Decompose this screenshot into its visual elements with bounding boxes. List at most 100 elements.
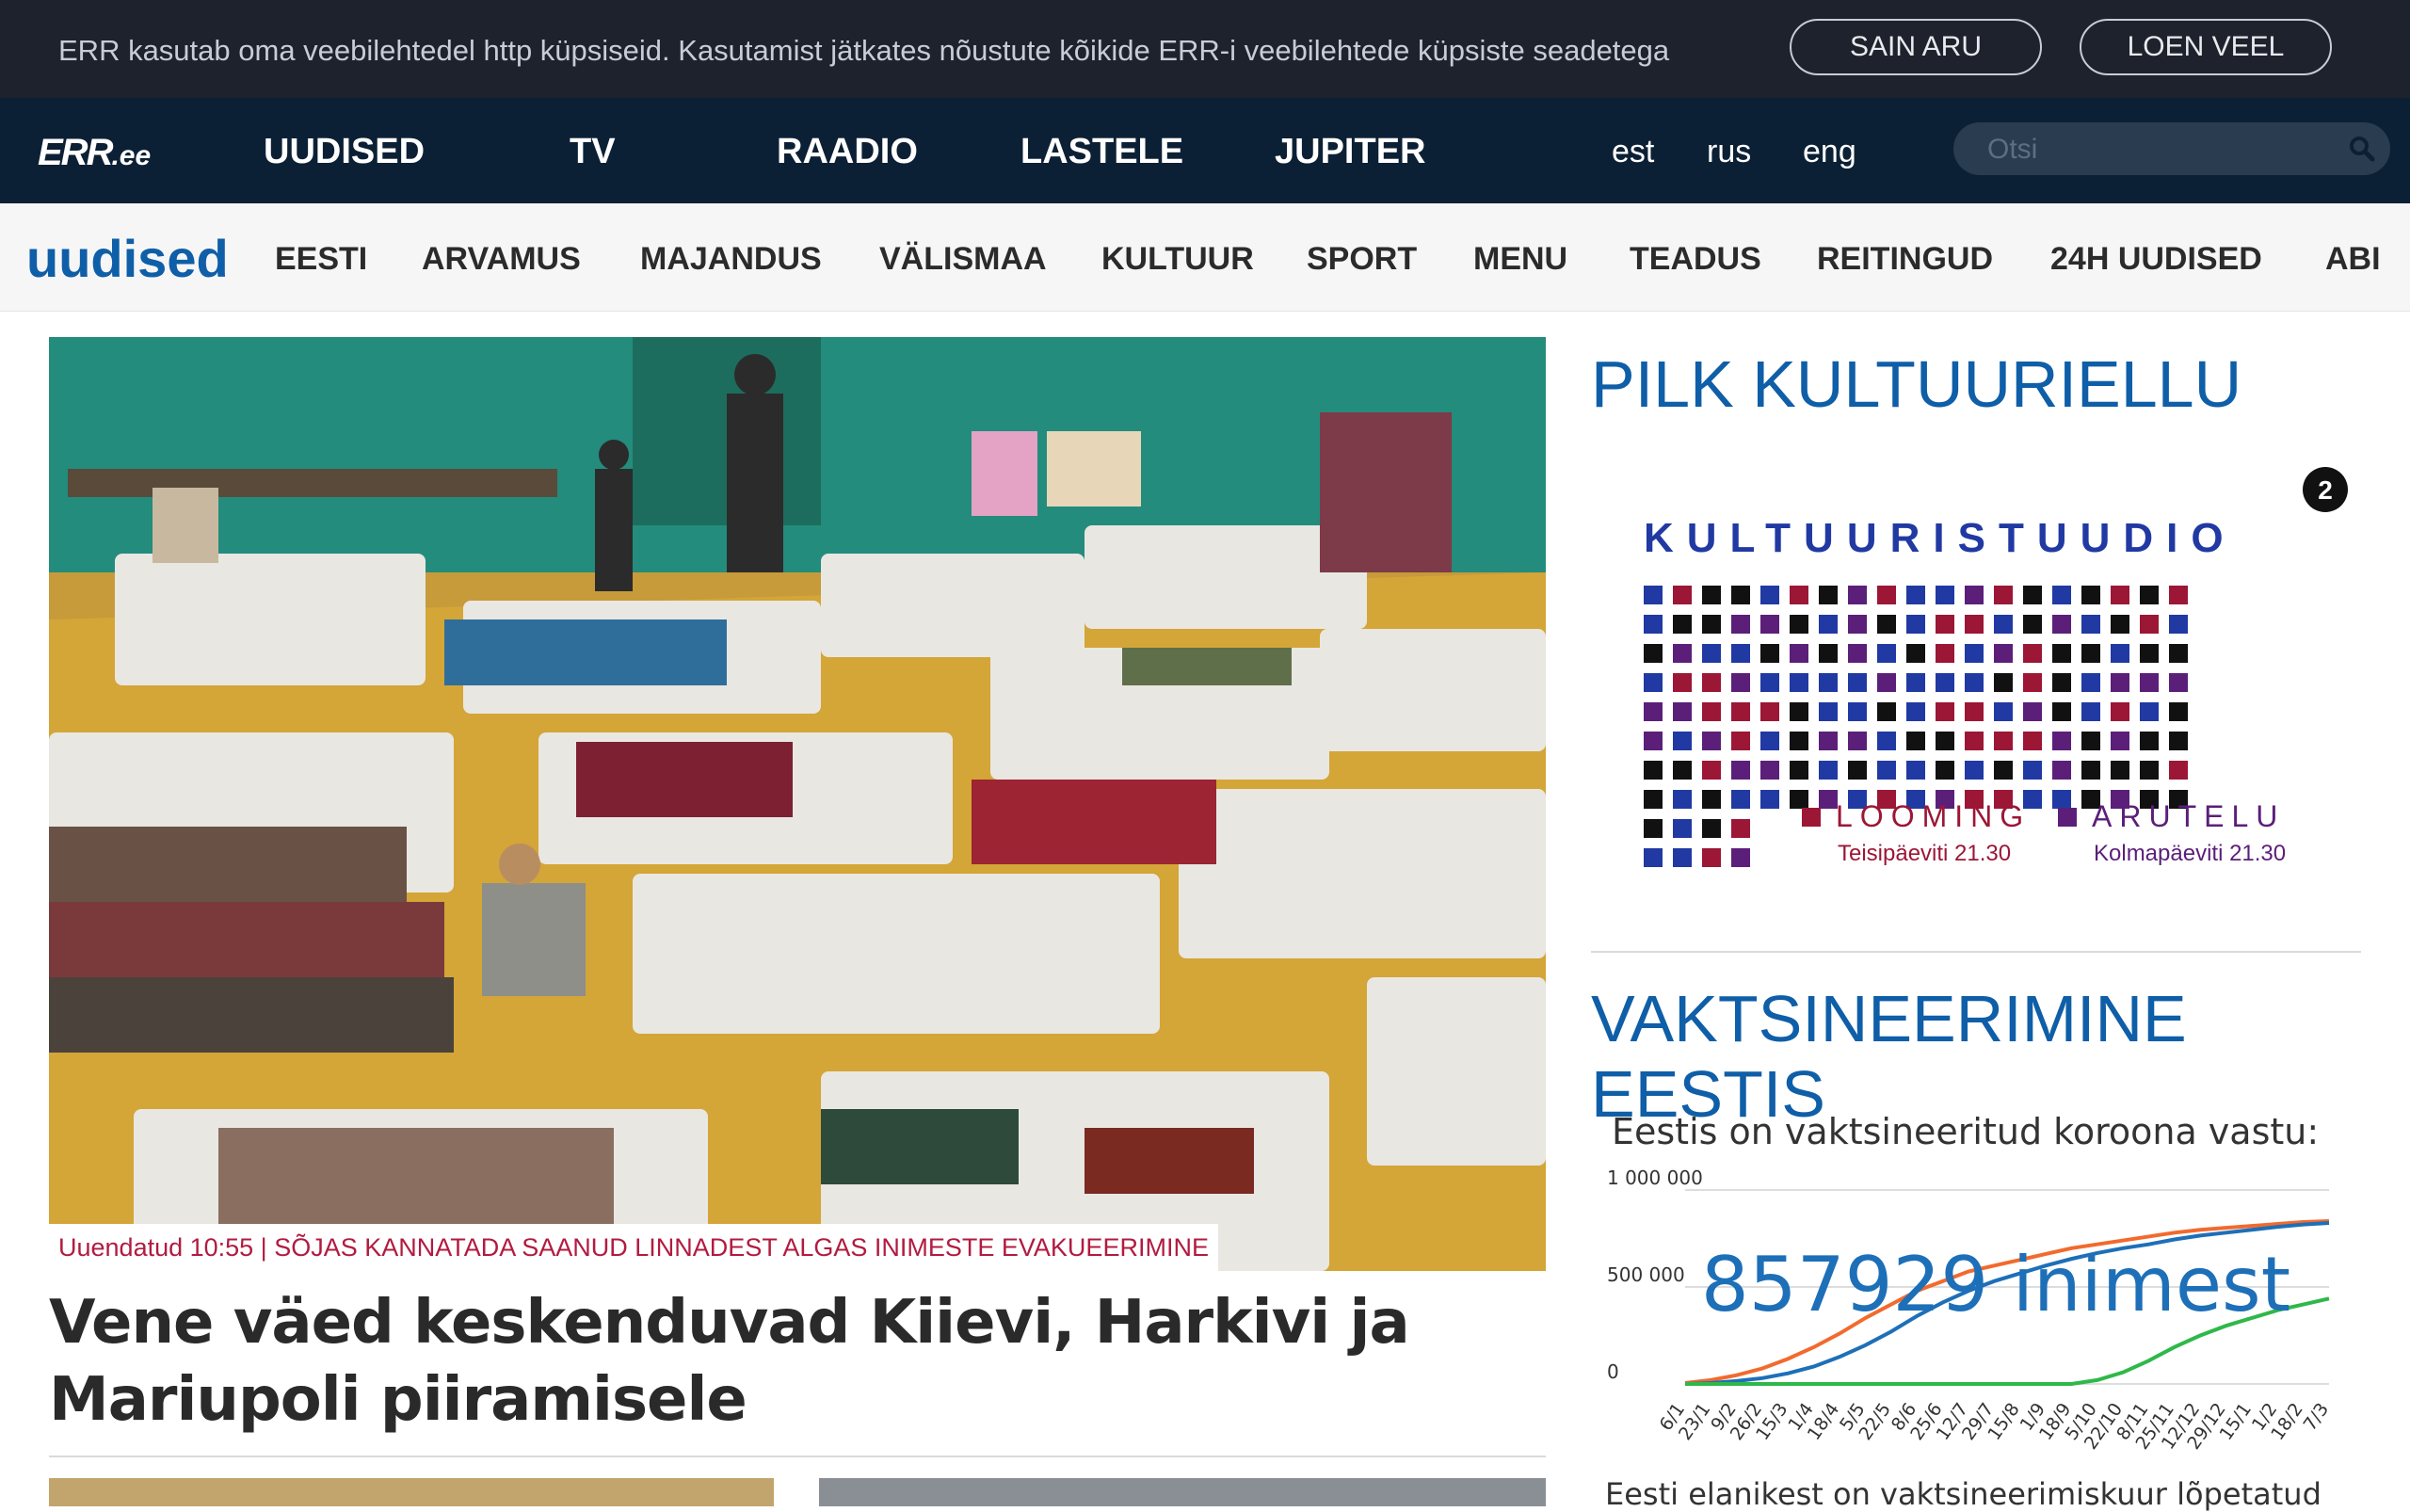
promo-title: KULTUURISTUUDIO — [1644, 515, 2237, 561]
mosaic-tile — [1790, 644, 1808, 663]
mosaic-tile — [2111, 644, 2129, 663]
mosaic-tile — [2081, 644, 2100, 663]
mosaic-tile — [1994, 586, 2013, 604]
mosaic-tile — [1760, 761, 1779, 780]
mosaic-tile — [2052, 790, 2071, 809]
mosaic-tile — [1877, 761, 1896, 780]
secnav-reitingud[interactable]: REITINGUD — [1817, 241, 1993, 278]
search-input[interactable] — [1985, 130, 2328, 169]
vax-chart[interactable]: 1 000 000 500 000 0 6/1 23/1 9/2 26/2 15/3 1/4 1… — [1591, 1158, 2361, 1454]
etv2-badge: 2 — [2318, 475, 2333, 505]
secnav-sport[interactable]: SPORT — [1307, 241, 1417, 278]
hero-kicker[interactable]: Uuendatud 10:55 | SÕJAS KANNATADA SAANUD… — [49, 1224, 1218, 1271]
mosaic-tile — [1673, 790, 1692, 809]
x-tick-label: 7/3 — [2300, 1399, 2334, 1435]
mosaic-tile — [2052, 644, 2071, 663]
mosaic-tile — [2052, 615, 2071, 634]
promo-graphic: 2 KULTUURISTUUDIO LOOMING Teisipäeviti 2… — [1591, 452, 2361, 885]
mosaic-tile — [1702, 761, 1721, 780]
kultuuristuudio-promo[interactable]: 2 KULTUURISTUUDIO LOOMING Teisipäeviti 2… — [1591, 452, 2361, 885]
mosaic-tile — [2023, 761, 2042, 780]
mosaic-tile — [1906, 615, 1925, 634]
mosaic-tile — [2111, 615, 2129, 634]
mosaic-tile — [1702, 644, 1721, 663]
mosaic-tile — [1906, 702, 1925, 721]
topnav-raadio[interactable]: RAADIO — [777, 132, 918, 172]
secnav-kultuur[interactable]: KULTUUR — [1101, 241, 1254, 278]
mosaic-tile — [1906, 732, 1925, 750]
secnav-arvamus[interactable]: ARVAMUS — [422, 241, 581, 278]
hero-photo — [49, 337, 1546, 1271]
cookie-accept-button[interactable]: SAIN ARU — [1790, 19, 2042, 75]
mosaic-tile — [1702, 673, 1721, 692]
mosaic-tile — [2140, 732, 2159, 750]
logo-main: ERR — [38, 132, 113, 173]
mosaic-tile — [2081, 732, 2100, 750]
mosaic-tile — [1644, 702, 1663, 721]
mosaic-tile — [2052, 586, 2071, 604]
secnav-abi[interactable]: ABI — [2325, 241, 2381, 278]
hero-image[interactable] — [49, 337, 1546, 1271]
divider — [1591, 951, 2361, 953]
lang-est[interactable]: est — [1612, 134, 1654, 170]
secnav-eesti[interactable]: EESTI — [275, 241, 367, 278]
mosaic-tile — [2169, 586, 2188, 604]
mosaic-tile — [2169, 615, 2188, 634]
mosaic-tile — [2023, 702, 2042, 721]
mosaic-tile — [1673, 615, 1692, 634]
mosaic-tile — [1790, 761, 1808, 780]
vax-subtitle: Eestis on vaktsineeritud koroona vastu: — [1612, 1111, 2320, 1152]
mosaic-tile — [1760, 673, 1779, 692]
show1-name: LOOMING — [1836, 799, 2031, 833]
secnav-majandus[interactable]: MAJANDUS — [640, 241, 822, 278]
mosaic-tile — [1790, 615, 1808, 634]
secnav-24h-uudised[interactable]: 24H UUDISED — [2050, 241, 2262, 278]
show1-time: Teisipäeviti 21.30 — [1838, 841, 2011, 866]
mosaic-tile — [2023, 673, 2042, 692]
mosaic-tile — [1702, 790, 1721, 809]
mosaic-tile — [1673, 732, 1692, 750]
mosaic-tile — [1673, 702, 1692, 721]
secnav-menu[interactable]: MENU — [1473, 241, 1567, 278]
section-title[interactable]: uudised — [26, 228, 229, 289]
mosaic-tile — [1819, 586, 1838, 604]
topnav-lastele[interactable]: LASTELE — [1020, 132, 1183, 172]
mosaic-tile — [1936, 615, 1954, 634]
lang-rus[interactable]: rus — [1707, 134, 1751, 170]
mosaic-tile — [1819, 702, 1838, 721]
cookie-read-more-button[interactable]: LOEN VEEL — [2080, 19, 2332, 75]
err-logo[interactable]: ERR .ee — [38, 132, 151, 173]
mosaic-tile — [1673, 819, 1692, 838]
hero-headline[interactable]: Vene väed keskenduvad Kiievi, Harkivi ja… — [49, 1284, 1546, 1439]
mosaic-tile — [2111, 702, 2129, 721]
article-thumbnail[interactable] — [49, 1478, 774, 1506]
mosaic-tile — [2140, 673, 2159, 692]
article-thumbnail[interactable] — [819, 1478, 1546, 1506]
secnav-teadus[interactable]: TEADUS — [1630, 241, 1761, 278]
mosaic-tile — [1848, 732, 1867, 750]
mosaic-tile — [2169, 761, 2188, 780]
vax-chart-svg: 1 000 000500 0000 6/123/19/226/215/31/41… — [1607, 1166, 2334, 1454]
mosaic-tile — [1906, 673, 1925, 692]
mosaic-tile — [2023, 644, 2042, 663]
lang-eng[interactable]: eng — [1803, 134, 1856, 170]
mosaic-tile — [2052, 761, 2071, 780]
cookie-banner: ERR kasutab oma veebilehtedel http küpsi… — [0, 0, 2410, 98]
promo-heading[interactable]: PILK KULTUURIELLU — [1591, 346, 2241, 422]
search-icon[interactable] — [2347, 134, 2377, 164]
mosaic-tile — [1790, 790, 1808, 809]
mosaic-tile — [2169, 702, 2188, 721]
topnav-jupiter[interactable]: JUPITER — [1275, 132, 1425, 172]
mosaic-tile — [1877, 615, 1896, 634]
mosaic-tile — [1994, 732, 2013, 750]
mosaic-tile — [1819, 644, 1838, 663]
mosaic-tile — [2169, 732, 2188, 750]
mosaic-tile — [2081, 673, 2100, 692]
secnav-valismaa[interactable]: VÄLISMAA — [879, 241, 1047, 278]
topnav-uudised[interactable]: UUDISED — [264, 132, 425, 172]
mosaic-tile — [1702, 819, 1721, 838]
topnav-tv[interactable]: TV — [570, 132, 616, 172]
mosaic-tile — [1731, 819, 1750, 838]
mosaic-tile — [1644, 615, 1663, 634]
vax-heading[interactable]: VAKTSINEERIMINE EESTIS — [1591, 981, 2410, 1132]
